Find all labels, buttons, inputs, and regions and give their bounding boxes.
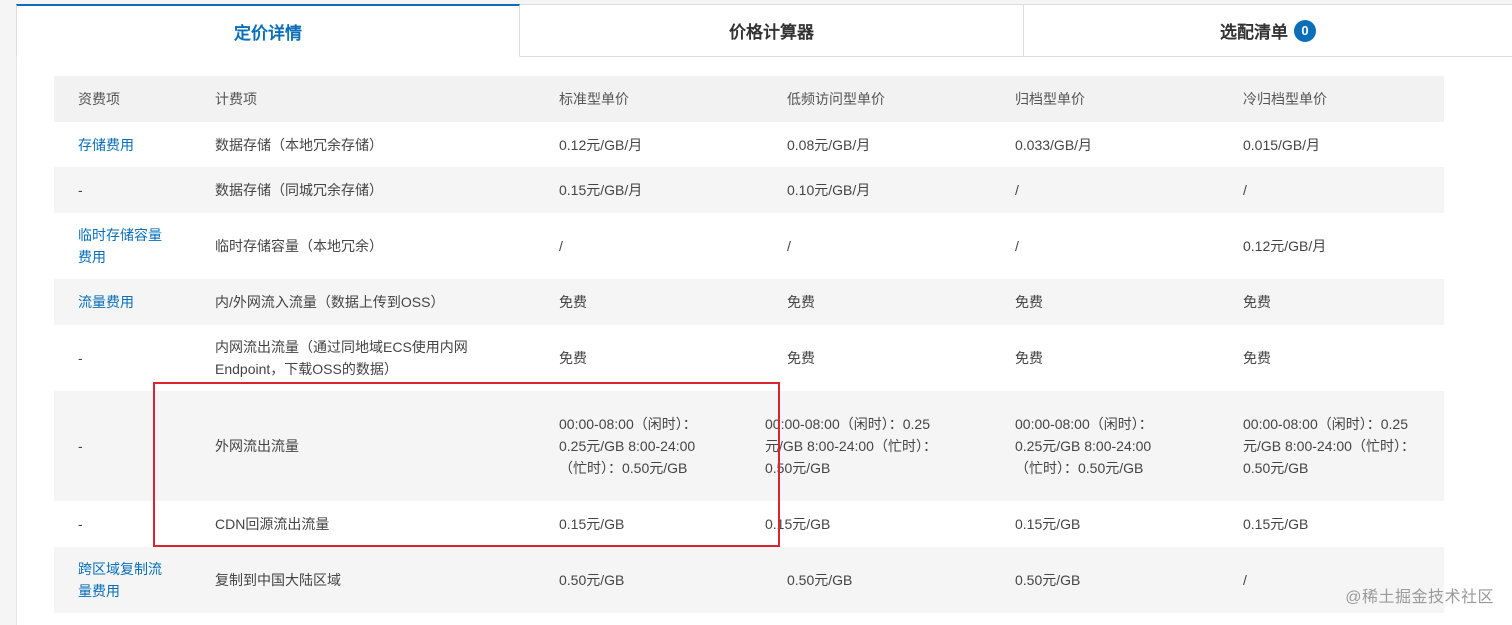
billing-item: 内/外网流入流量（数据上传到OSS） [215, 294, 445, 310]
standard-price: / [559, 238, 563, 254]
header-fee-type: 资费项 [78, 91, 120, 107]
selection-count-badge: 0 [1294, 19, 1316, 42]
tab-pricing-details[interactable]: 定价详情 [16, 4, 520, 57]
tab-selection-list-label: 选配清单 [1220, 23, 1288, 42]
tab-price-calculator[interactable]: 价格计算器 [520, 4, 1024, 57]
cold-archive-price: 00:00-08:00（闲时）：0.25元/GB 8:00-24:00（忙时）：… [1243, 416, 1415, 476]
watermark: @稀土掘金技术社区 [1345, 589, 1494, 606]
fee-type: - [78, 516, 83, 532]
billing-item: 数据存储（同城冗余存储） [215, 182, 383, 198]
infrequent-price: 0.50元/GB [787, 572, 853, 588]
tab-bar: 定价详情 价格计算器 选配清单 0 [16, 4, 1512, 57]
archive-price: 00:00-08:00（闲时）：0.25元/GB 8:00-24:00（忙时）：… [1015, 416, 1153, 476]
cold-archive-price: / [1243, 182, 1247, 198]
archive-price: 免费 [1015, 294, 1043, 310]
billing-item: CDN回源流出流量 [215, 516, 330, 532]
fee-link-cross-region-replication[interactable]: 跨区域复制流量费用 [78, 561, 162, 599]
fee-link-storage[interactable]: 存储费用 [78, 137, 134, 153]
infrequent-price: 免费 [787, 350, 815, 366]
table-row: 流量费用 内/外网流入流量（数据上传到OSS） 免费 免费 免费 免费 [54, 279, 1444, 325]
infrequent-price: 0.15元/GB [765, 516, 831, 532]
archive-price: 免费 [1015, 350, 1043, 366]
cold-archive-price: 0.015/GB/月 [1243, 136, 1321, 153]
standard-price: 0.50元/GB [559, 572, 625, 588]
infrequent-price: 0.10元/GB/月 [787, 182, 871, 198]
billing-item: 临时存储容量（本地冗余） [215, 238, 383, 254]
cold-archive-price: 0.15元/GB [1243, 516, 1309, 532]
infrequent-price: / [787, 238, 791, 254]
archive-price: 0.15元/GB [1015, 516, 1081, 532]
standard-price: 0.15元/GB/月 [559, 182, 643, 198]
fee-type: - [78, 438, 83, 454]
table-row: 临时存储容量费用 临时存储容量（本地冗余） / / / 0.12元/GB/月 [54, 213, 1444, 279]
billing-item: 外网流出流量 [215, 438, 299, 454]
archive-price: / [1015, 238, 1019, 254]
table-row: - 内网流出流量（通过同地域ECS使用内网Endpoint，下载OSS的数据） … [54, 325, 1444, 391]
fee-link-temp-storage[interactable]: 临时存储容量费用 [78, 227, 162, 265]
cold-archive-price: 免费 [1243, 350, 1271, 366]
table-row: - CDN回源流出流量 0.15元/GB 0.15元/GB 0.15元/GB 0… [54, 501, 1444, 547]
billing-item: 数据存储（本地冗余存储） [215, 136, 383, 153]
standard-price: 0.12元/GB/月 [559, 136, 643, 153]
fee-link-traffic[interactable]: 流量费用 [78, 294, 134, 310]
cold-archive-price: 0.12元/GB/月 [1243, 238, 1327, 254]
fee-type: - [78, 182, 83, 198]
table-row: - 外网流出流量 00:00-08:00（闲时）：0.25元/GB 8:00-2… [54, 391, 1444, 501]
infrequent-price: 00:00-08:00（闲时）：0.25元/GB 8:00-24:00（忙时）：… [765, 416, 937, 476]
table-row: 存储费用 数据存储（本地冗余存储） 0.12元/GB/月 0.08元/GB/月 … [54, 122, 1444, 167]
table-row: - 数据存储（同城冗余存储） 0.15元/GB/月 0.10元/GB/月 / / [54, 167, 1444, 213]
standard-price: 0.15元/GB [559, 516, 625, 532]
standard-price: 00:00-08:00（闲时）：0.25元/GB 8:00-24:00（忙时）：… [559, 416, 697, 476]
tab-pricing-details-label: 定价详情 [234, 23, 302, 43]
header-archive-price: 归档型单价 [1015, 91, 1085, 107]
infrequent-price: 0.08元/GB/月 [787, 136, 871, 153]
archive-price: 0.033/GB/月 [1015, 136, 1093, 153]
header-standard-price: 标准型单价 [559, 91, 629, 107]
archive-price: / [1015, 182, 1019, 198]
table-row: 跨区域复制流量费用 复制到中国大陆区域 0.50元/GB 0.50元/GB 0.… [54, 547, 1444, 613]
table-header-row: 资费项 计费项 标准型单价 低频访问型单价 归档型单价 冷归档型单价 [54, 76, 1444, 122]
pricing-panel: 资费项 计费项 标准型单价 低频访问型单价 归档型单价 冷归档型单价 存储费用 … [16, 57, 1512, 625]
header-infrequent-price: 低频访问型单价 [787, 91, 885, 107]
standard-price: 免费 [559, 350, 587, 366]
billing-item: 内网流出流量（通过同地域ECS使用内网Endpoint，下载OSS的数据） [215, 339, 468, 377]
tab-price-calculator-label: 价格计算器 [729, 23, 814, 42]
billing-item: 复制到中国大陆区域 [215, 572, 341, 588]
fee-type: - [78, 350, 83, 366]
archive-price: 0.50元/GB [1015, 572, 1081, 588]
tab-selection-list[interactable]: 选配清单 0 [1024, 4, 1512, 57]
header-cold-archive-price: 冷归档型单价 [1243, 91, 1327, 107]
pricing-table: 资费项 计费项 标准型单价 低频访问型单价 归档型单价 冷归档型单价 存储费用 … [54, 76, 1444, 613]
header-billing-item: 计费项 [215, 91, 257, 107]
standard-price: 免费 [559, 294, 587, 310]
infrequent-price: 免费 [787, 294, 815, 310]
cold-archive-price: 免费 [1243, 294, 1271, 310]
